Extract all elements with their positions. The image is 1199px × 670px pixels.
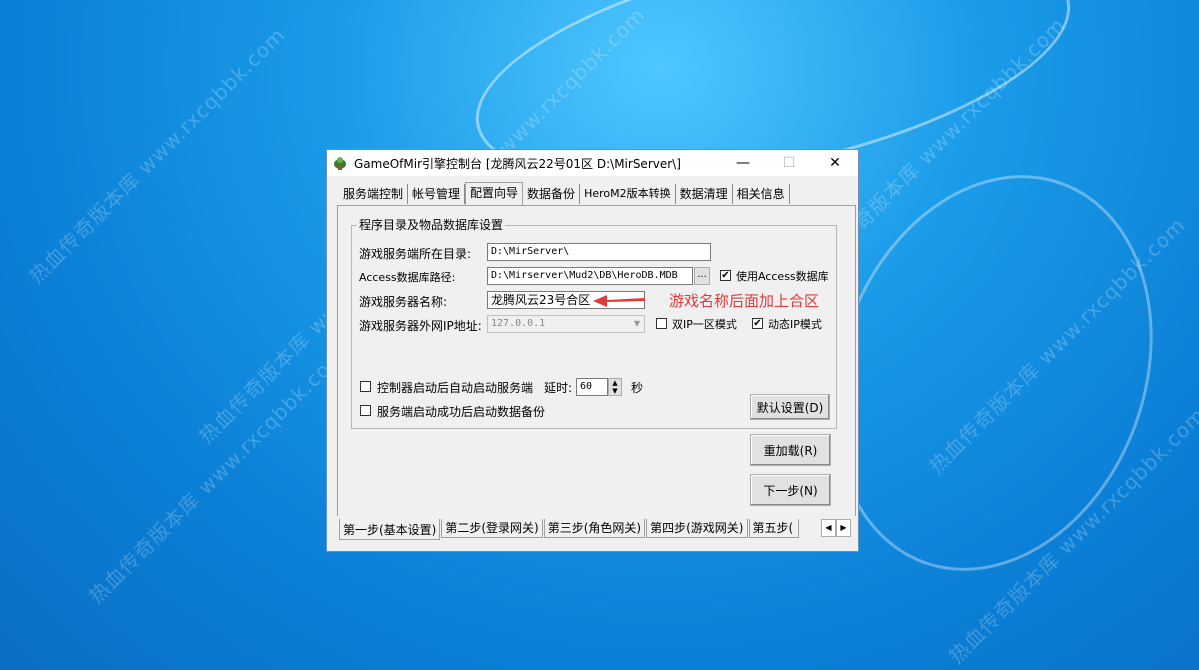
server-name-label: 游戏服务器名称:: [359, 295, 448, 309]
main-tab-bar: 服务端控制 帐号管理 配置向导 数据备份 HeroM2版本转换 数据清理 相关信…: [339, 182, 790, 205]
server-dir-input[interactable]: D:\MirServer\: [487, 243, 711, 261]
ip-select[interactable]: 127.0.0.1: [487, 315, 645, 333]
tab-about[interactable]: 相关信息: [733, 184, 790, 204]
browse-button[interactable]: ...: [694, 267, 710, 285]
use-access-checkbox[interactable]: ✔: [720, 270, 731, 281]
tab-data-backup[interactable]: 数据备份: [523, 184, 581, 204]
dynamic-ip-checkbox[interactable]: ✔: [752, 318, 763, 329]
tab-scroll-buttons: ◀ ▶: [821, 519, 851, 537]
tab-config-wizard[interactable]: 配置向导: [465, 182, 524, 205]
dual-ip-checkbox[interactable]: [656, 318, 667, 329]
reload-button[interactable]: 重加载(R): [750, 434, 831, 466]
chevron-down-icon[interactable]: ▼: [629, 316, 645, 332]
group-title: 程序目录及物品数据库设置: [357, 216, 506, 233]
autostart-label: 控制器启动后自动启动服务端: [377, 381, 534, 395]
next-step-button[interactable]: 下一步(N): [750, 474, 831, 506]
dynamic-ip-label: 动态IP模式: [768, 318, 822, 331]
tab-herom2-convert[interactable]: HeroM2版本转换: [580, 184, 676, 204]
use-access-label: 使用Access数据库: [736, 270, 829, 283]
delay-label: 延时:: [544, 381, 573, 395]
access-path-input[interactable]: D:\Mirserver\Mud2\DB\HeroDB.MDB: [487, 267, 693, 285]
access-path-label: Access数据库路径:: [359, 271, 456, 284]
app-icon: [334, 157, 346, 170]
tab-step-5[interactable]: 第五步(: [748, 519, 799, 538]
window-title: GameOfMir引擎控制台 [龙腾风云22号01区 D:\MirServer\…: [354, 156, 681, 171]
default-settings-button[interactable]: 默认设置(D): [750, 394, 830, 420]
delay-unit: 秒: [631, 381, 644, 395]
ip-label: 游戏服务器外网IP地址:: [359, 319, 482, 333]
step-tab-bar: 第一步(基本设置) 第二步(登录网关) 第三步(角色网关) 第四步(游戏网关) …: [339, 519, 800, 540]
tab-step-3[interactable]: 第三步(角色网关): [543, 519, 646, 538]
tab-server-control[interactable]: 服务端控制: [339, 184, 409, 204]
dual-ip-label: 双IP一区模式: [672, 318, 737, 331]
watermark: 热血传奇版本库 www.rxcqbbk.com: [24, 22, 290, 289]
close-button[interactable]: ✕: [812, 150, 858, 176]
watermark: 热血传奇版本库 www.rxcqbbk.com: [84, 342, 350, 609]
autobackup-label: 服务端启动成功后启动数据备份: [377, 405, 546, 419]
red-arrow-icon: [593, 295, 645, 307]
tab-account-management[interactable]: 帐号管理: [408, 184, 466, 204]
title-bar[interactable]: GameOfMir引擎控制台 [龙腾风云22号01区 D:\MirServer\…: [327, 150, 858, 176]
autostart-checkbox[interactable]: [360, 381, 371, 392]
annotation-text: 游戏名称后面加上合区: [669, 292, 820, 310]
maximize-button[interactable]: ☐: [766, 150, 812, 176]
tab-data-cleanup[interactable]: 数据清理: [676, 184, 733, 204]
autobackup-checkbox[interactable]: [360, 405, 371, 416]
tab-step-2[interactable]: 第二步(登录网关): [441, 519, 543, 538]
scroll-right-icon[interactable]: ▶: [836, 519, 851, 537]
minimize-button[interactable]: —: [720, 150, 766, 176]
server-dir-label: 游戏服务端所在目录:: [359, 247, 472, 261]
delay-input[interactable]: 60: [576, 378, 608, 396]
control-console-window: GameOfMir引擎控制台 [龙腾风云22号01区 D:\MirServer\…: [326, 149, 859, 552]
tab-step-4[interactable]: 第四步(游戏网关): [646, 519, 748, 538]
tab-step-1[interactable]: 第一步(基本设置): [339, 519, 441, 540]
scroll-left-icon[interactable]: ◀: [821, 519, 836, 537]
delay-spinner[interactable]: ▲ ▼: [608, 378, 622, 396]
